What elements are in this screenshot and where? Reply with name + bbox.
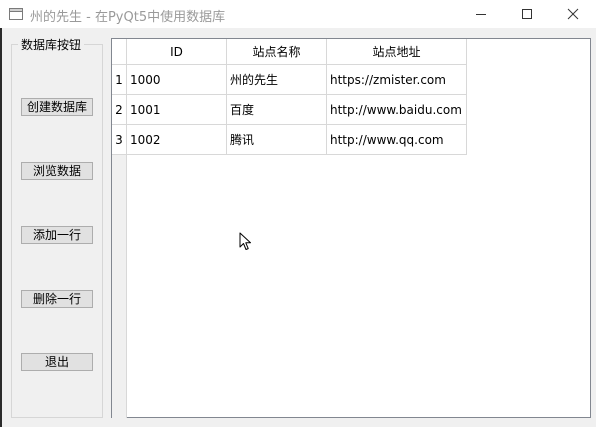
column-header-site-url[interactable]: 站点地址 xyxy=(327,39,467,65)
table-cell[interactable]: 州的先生 xyxy=(227,65,327,95)
row-header[interactable]: 2 xyxy=(112,95,127,125)
maximize-icon xyxy=(521,8,533,20)
table-cell[interactable]: http://www.qq.com xyxy=(327,125,467,155)
title-bar[interactable]: 州的先生 - 在PyQt5中使用数据库 xyxy=(0,0,596,28)
table-cell[interactable]: 1000 xyxy=(127,65,227,95)
table-cell[interactable]: 腾讯 xyxy=(227,125,327,155)
column-header-id[interactable]: ID xyxy=(127,39,227,65)
add-row-button[interactable]: 添加一行 xyxy=(21,226,93,244)
minimize-icon xyxy=(475,8,487,20)
data-table[interactable]: ID 站点名称 站点地址 1 2 3 1000 州的先生 https://zmi… xyxy=(111,38,591,418)
close-icon xyxy=(567,8,579,20)
main-window: 州的先生 - 在PyQt5中使用数据库 数据库按钮 创建数据库 浏览数据 添加一… xyxy=(0,0,596,427)
window-title: 州的先生 - 在PyQt5中使用数据库 xyxy=(30,10,226,25)
table-cell[interactable]: 1002 xyxy=(127,125,227,155)
delete-row-button[interactable]: 删除一行 xyxy=(21,290,93,308)
mouse-pointer-icon xyxy=(239,232,252,254)
window-left-edge xyxy=(0,28,2,427)
maximize-button[interactable] xyxy=(504,0,550,28)
close-button[interactable] xyxy=(550,0,596,28)
exit-button[interactable]: 退出 xyxy=(21,353,93,371)
table-cell[interactable]: https://zmister.com xyxy=(327,65,467,95)
table-cell[interactable]: 百度 xyxy=(227,95,327,125)
column-header-site-name[interactable]: 站点名称 xyxy=(227,39,327,65)
table-cell[interactable]: 1001 xyxy=(127,95,227,125)
table-corner-button[interactable] xyxy=(112,39,127,65)
row-header[interactable]: 3 xyxy=(112,125,127,155)
browse-data-button[interactable]: 浏览数据 xyxy=(21,162,93,180)
table-cell[interactable]: http://www.baidu.com xyxy=(327,95,467,125)
groupbox-title: 数据库按钮 xyxy=(18,36,85,53)
row-header[interactable]: 1 xyxy=(112,65,127,95)
app-icon xyxy=(8,6,24,22)
create-database-button[interactable]: 创建数据库 xyxy=(21,98,93,116)
minimize-button[interactable] xyxy=(458,0,504,28)
